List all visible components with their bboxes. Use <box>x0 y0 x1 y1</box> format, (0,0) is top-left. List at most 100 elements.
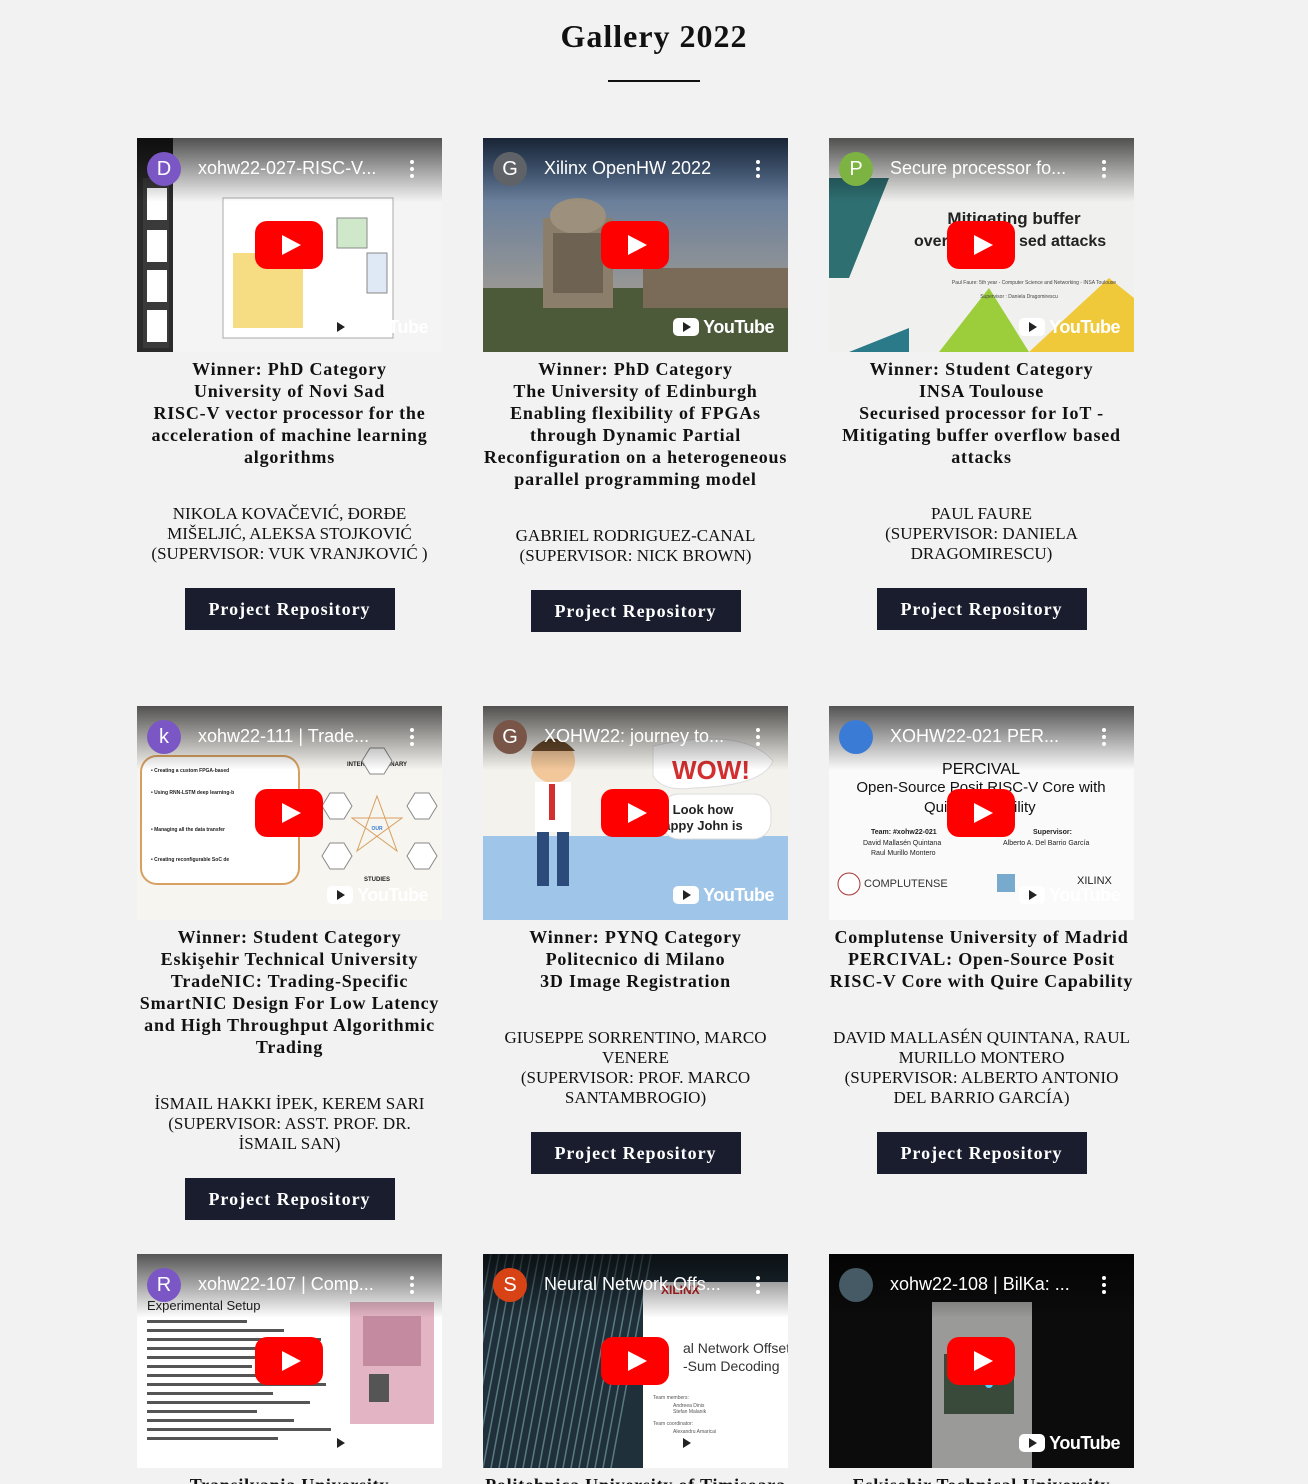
youtube-logo[interactable]: YouTube <box>327 885 428 906</box>
channel-avatar[interactable] <box>839 1268 873 1302</box>
more-options-icon[interactable] <box>410 1276 414 1297</box>
project-repository-button[interactable]: Project Repository <box>876 1132 1087 1174</box>
project-line: INSA Toulouse <box>919 381 1044 401</box>
project-line: RISC-V vector processor for the accelera… <box>151 403 428 467</box>
more-options-icon[interactable] <box>756 1276 760 1297</box>
project-repository-button[interactable]: Project Repository <box>184 1178 395 1220</box>
project-repository-button[interactable]: Project Repository <box>876 588 1087 630</box>
channel-avatar[interactable]: G <box>493 152 527 186</box>
video-title[interactable]: xohw22-108 | BilKa: ... <box>890 1274 1095 1295</box>
play-button-icon[interactable] <box>947 789 1015 837</box>
svg-text:• Using RNN-LSTM deep learning: • Using RNN-LSTM deep learning-b <box>151 790 234 796</box>
more-options-icon[interactable] <box>1102 728 1106 749</box>
project-repository-button[interactable]: Project Repository <box>530 1132 741 1174</box>
svg-text:Supervisor : Daniela Dragomire: Supervisor : Daniela Dragomirescu <box>980 294 1058 300</box>
svg-text:Alberto A. Del Barrio García: Alberto A. Del Barrio García <box>1003 840 1089 847</box>
author-names: David Mallasén Quintana, Raul Murillo Mo… <box>833 1028 1130 1067</box>
svg-text:Team coordinator:: Team coordinator: <box>653 1421 693 1427</box>
project-heading: Winner: PhD Category The University of Ed… <box>483 358 788 490</box>
project-repository-button[interactable]: Project Repository <box>530 590 741 632</box>
project-category: Winner: PYNQ Category <box>529 927 742 947</box>
svg-text:appy John is: appy John is <box>663 818 742 833</box>
play-button-icon[interactable] <box>601 221 669 269</box>
svg-text:Look how: Look how <box>673 802 735 817</box>
youtube-logo[interactable]: YouTube <box>673 317 774 338</box>
youtube-logo[interactable]: YouTube <box>1019 885 1120 906</box>
youtube-logo[interactable]: YouTube <box>673 885 774 906</box>
more-options-icon[interactable] <box>410 728 414 749</box>
channel-avatar[interactable]: R <box>147 1268 181 1302</box>
youtube-logo[interactable]: YouTube <box>1019 1433 1120 1454</box>
video-title[interactable]: xohw22-111 | Trade... <box>198 726 403 747</box>
project-line: The University of Edinburgh <box>513 381 758 401</box>
project-repository-button[interactable]: Project Repository <box>184 588 395 630</box>
more-options-icon[interactable] <box>756 728 760 749</box>
project-line: TradeNIC: Trading-Specific SmartNIC Desi… <box>139 971 440 1057</box>
play-button-icon[interactable] <box>255 789 323 837</box>
project-authors: David Mallasén Quintana, Raul Murillo Mo… <box>832 1028 1132 1108</box>
author-names: Nikola Kovačević, Đorđe Mišeljić, Aleksa… <box>167 504 412 543</box>
video-embed[interactable]: XILINXal Network Offset-Sum DecodingTeam… <box>483 1254 788 1468</box>
author-names: Paul Faure <box>931 504 1032 523</box>
more-options-icon[interactable] <box>410 160 414 181</box>
video-title[interactable]: XOHW22-021 PER... <box>890 726 1095 747</box>
gallery-card: WOW! Look how appy John is G XOHW22: journey… <box>483 706 788 1254</box>
video-embed[interactable]: • Creating a custom FPGA-based • Using RN… <box>137 706 442 920</box>
project-authors: Giuseppe Sorrentino, Marco Venere (Superv… <box>486 1028 786 1108</box>
video-title[interactable]: xohw22-107 | Comp... <box>198 1274 403 1295</box>
youtube-logo[interactable]: YouTube <box>673 1433 774 1454</box>
play-button-icon[interactable] <box>601 1337 669 1385</box>
svg-text:Qui: Qui <box>924 799 947 816</box>
youtube-icon <box>1019 886 1046 904</box>
more-options-icon[interactable] <box>756 160 760 181</box>
channel-avatar[interactable]: D <box>147 152 181 186</box>
channel-avatar[interactable] <box>839 720 873 754</box>
more-options-icon[interactable] <box>1102 1276 1106 1297</box>
youtube-logo[interactable]: YouTube <box>327 1433 428 1454</box>
youtube-logo[interactable]: YouTube <box>327 317 428 338</box>
video-embed[interactable]: xohw22-108 | BilKa: ... YouTube <box>829 1254 1134 1468</box>
video-title[interactable]: Xilinx OpenHW 2022 <box>544 158 749 179</box>
gallery-grid: Dxohw22-027-RISC-V... YouTube Winner: PhD … <box>137 138 1134 1484</box>
project-category: Complutense University of Madrid <box>834 927 1129 947</box>
more-options-icon[interactable] <box>1102 160 1106 181</box>
play-button-icon[interactable] <box>255 221 323 269</box>
video-title[interactable]: XOHW22: journey to... <box>544 726 749 747</box>
project-heading: Winner: PhD Category University of Novi S… <box>137 358 442 468</box>
channel-avatar[interactable]: P <box>839 152 873 186</box>
project-authors: Gabriel Rodriguez-Canal (Supervisor: Nick… <box>486 526 786 566</box>
channel-avatar[interactable]: G <box>493 720 527 754</box>
svg-text:al Network Offset: al Network Offset <box>683 1340 788 1356</box>
video-title[interactable]: Neural Network Offs... <box>544 1274 749 1295</box>
video-embed[interactable]: Experimental SetupRxohw22-107 | Comp...Y… <box>137 1254 442 1468</box>
video-title[interactable]: Secure processor fo... <box>890 158 1095 179</box>
youtube-logo[interactable]: YouTube <box>1019 317 1120 338</box>
video-embed[interactable]: WOW! Look how appy John is G XOHW22: journey… <box>483 706 788 920</box>
video-embed[interactable]: PERCIVALOpen-Source Posit RISC-V Core wi… <box>829 706 1134 920</box>
video-embed[interactable]: Mitigating buffer over sed attacks Paul Fau… <box>829 138 1134 352</box>
project-category: Winner: PhD Category <box>192 359 387 379</box>
video-embed[interactable]: Dxohw22-027-RISC-V... YouTube <box>137 138 442 352</box>
project-line: University of Novi Sad <box>193 381 386 401</box>
youtube-icon <box>1019 318 1046 336</box>
svg-text:David Mallasén Quintana: David Mallasén Quintana <box>863 840 941 847</box>
title-divider <box>608 80 700 82</box>
project-line: Enabling flexibility of FPGAs through Dy… <box>483 403 788 489</box>
svg-text:OUR: OUR <box>371 826 383 832</box>
project-category: Winner: Student Category <box>177 927 402 947</box>
video-title[interactable]: xohw22-027-RISC-V... <box>198 158 403 179</box>
video-embed[interactable]: G Xilinx OpenHW 2022 YouTube <box>483 138 788 352</box>
author-names: Gabriel Rodriguez-Canal <box>515 526 756 545</box>
play-button-icon[interactable] <box>601 789 669 837</box>
supervisor: (Supervisor: Alberto Antonio del Barrio … <box>844 1068 1119 1107</box>
youtube-icon <box>327 318 354 336</box>
play-button-icon[interactable] <box>947 1337 1015 1385</box>
gallery-card: Dxohw22-027-RISC-V... YouTube Winner: PhD … <box>137 138 442 706</box>
play-button-icon[interactable] <box>255 1337 323 1385</box>
channel-avatar[interactable]: k <box>147 720 181 754</box>
project-line: Securised processor for IoT - Mitigating… <box>842 403 1121 467</box>
project-line: Eskişehir Technical University <box>160 949 419 969</box>
project-category: Winner: PhD Category <box>538 359 733 379</box>
play-button-icon[interactable] <box>947 221 1015 269</box>
channel-avatar[interactable]: S <box>493 1268 527 1302</box>
